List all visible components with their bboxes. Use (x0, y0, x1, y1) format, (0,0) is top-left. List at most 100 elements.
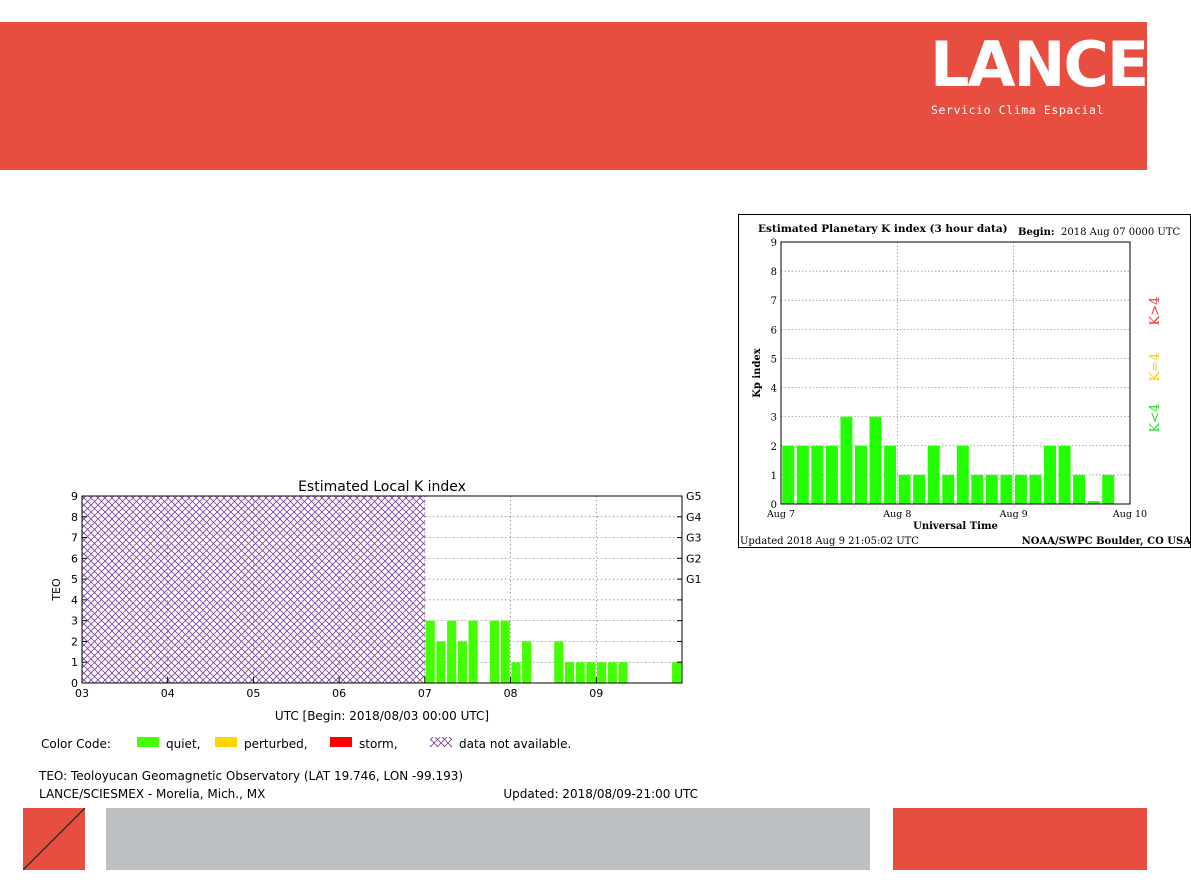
x-tick-label: 08 (504, 687, 518, 700)
local-k-bar (522, 641, 532, 683)
diagonal-icon (22, 807, 86, 871)
local-k-xlabel: UTC [Begin: 2018/08/03 00:00 UTC] (275, 709, 489, 723)
local-k-title: Estimated Local K index (298, 479, 466, 495)
kp-bar (1000, 474, 1013, 504)
kp-x-tick-label: Aug 8 (882, 509, 911, 520)
kp-ylabel: Kp index (752, 347, 763, 398)
kp-y-tick-label: 4 (771, 384, 777, 395)
local-k-bar (511, 662, 521, 683)
planetary-k-panel: Estimated Planetary K index (3 hour data… (738, 214, 1191, 548)
local-k-bar (436, 641, 446, 683)
local-k-bar (597, 662, 607, 683)
observatory-info: TEO: Teoloyucan Geomagnetic Observatory … (38, 769, 463, 783)
legend-prefix: Color Code: (41, 737, 111, 751)
local-k-bar (425, 620, 435, 683)
local-k-bar (554, 641, 564, 683)
kp-y-tick-label: 2 (771, 442, 777, 453)
kp-y-tick-label: 6 (771, 325, 777, 336)
updated-label: Updated: 2018/08/09-21:00 UTC (503, 787, 698, 801)
kp-y-tick-label: 3 (771, 413, 777, 424)
y-tick-label: 2 (71, 635, 78, 648)
logo-tagline: Servicio Clima Espacial (931, 103, 1105, 117)
legend-swatch (215, 737, 237, 747)
logo-text: LANCE (930, 36, 1145, 101)
x-tick-label: 05 (246, 687, 260, 700)
local-k-bar (575, 662, 585, 683)
kp-x-tick-label: Aug 9 (999, 509, 1028, 520)
source-info: LANCE/SCIESMEX - Morelia, Mich., MX (39, 787, 265, 801)
kp-side-label: K<4 (1148, 404, 1163, 433)
kp-bar (884, 445, 897, 504)
legend-swatch (330, 737, 352, 747)
x-tick-label: 06 (332, 687, 346, 700)
g-scale-label: G4 (686, 511, 702, 524)
y-tick-label: 6 (71, 552, 78, 565)
local-k-bar (607, 662, 617, 683)
legend-label: perturbed, (244, 737, 308, 751)
y-tick-label: 8 (71, 511, 78, 524)
kp-bar (971, 474, 984, 504)
g-scale-label: G1 (686, 573, 702, 586)
kp-bar (1029, 474, 1042, 504)
kp-updated: Updated 2018 Aug 9 21:05:02 UTC (740, 536, 919, 547)
y-tick-label: 7 (71, 532, 78, 545)
planetary-k-chart: Estimated Planetary K index (3 hour data… (740, 223, 1191, 547)
kp-x-tick-label: Aug 7 (766, 509, 795, 520)
kp-bar (1073, 474, 1086, 504)
kp-bar (942, 474, 955, 504)
kp-title: Estimated Planetary K index (3 hour data… (758, 223, 1008, 235)
footer-red-bar (893, 808, 1147, 870)
x-tick-label: 09 (589, 687, 603, 700)
kp-bar (811, 445, 824, 504)
local-k-bar (618, 662, 628, 683)
footer-gray-bar (106, 808, 870, 870)
kp-begin-value: 2018 Aug 07 0000 UTC (1061, 227, 1180, 238)
kp-bar (898, 474, 911, 504)
kp-y-tick-label: 7 (771, 296, 777, 307)
y-tick-label: 5 (71, 573, 78, 586)
kp-bar (1044, 445, 1056, 504)
local-k-bar (500, 620, 510, 683)
y-tick-label: 9 (71, 490, 78, 503)
kp-begin-label: Begin: (1018, 227, 1055, 238)
y-tick-label: 4 (71, 594, 78, 607)
local-k-bar (489, 620, 500, 683)
footer-logo-square (22, 807, 86, 871)
local-k-chart: Estimated Local K index0123456789G1G2G3G… (38, 479, 702, 801)
local-k-ylabel: TEO (50, 578, 63, 602)
kp-y-tick-label: 8 (771, 267, 777, 278)
kp-bar (782, 445, 795, 504)
g-scale-label: G2 (686, 552, 702, 565)
kp-bar (1058, 445, 1071, 504)
local-k-bar (468, 620, 478, 683)
kp-bar (855, 445, 867, 504)
legend-label: storm, (359, 737, 398, 751)
g-scale-label: G5 (686, 490, 702, 503)
y-tick-label: 3 (71, 615, 78, 628)
kp-bar (1102, 474, 1115, 504)
kp-bar (927, 445, 940, 504)
kp-y-tick-label: 1 (771, 471, 777, 482)
kp-xlabel: Universal Time (913, 521, 998, 532)
local-k-bar (586, 662, 596, 683)
kp-y-tick-label: 9 (771, 238, 777, 249)
legend-swatch (430, 737, 452, 747)
local-k-bar (564, 662, 575, 683)
g-scale-label: G3 (686, 532, 702, 545)
x-tick-label: 04 (161, 687, 175, 700)
local-k-bar (447, 620, 457, 683)
kp-bar (985, 474, 998, 504)
kp-y-tick-label: 5 (771, 354, 777, 365)
local-k-bar (672, 662, 682, 683)
kp-source: NOAA/SWPC Boulder, CO USA (1022, 536, 1191, 547)
x-tick-label: 07 (418, 687, 432, 700)
kp-x-tick-label: Aug 10 (1112, 509, 1147, 520)
y-tick-label: 1 (71, 656, 78, 669)
kp-bar (796, 445, 809, 504)
kp-bar (956, 445, 969, 504)
x-tick-label: 03 (75, 687, 89, 700)
legend-swatch (137, 737, 159, 747)
legend-label: data not available. (459, 737, 571, 751)
kp-bar (1014, 474, 1027, 504)
kp-side-label: K=4 (1148, 353, 1163, 382)
